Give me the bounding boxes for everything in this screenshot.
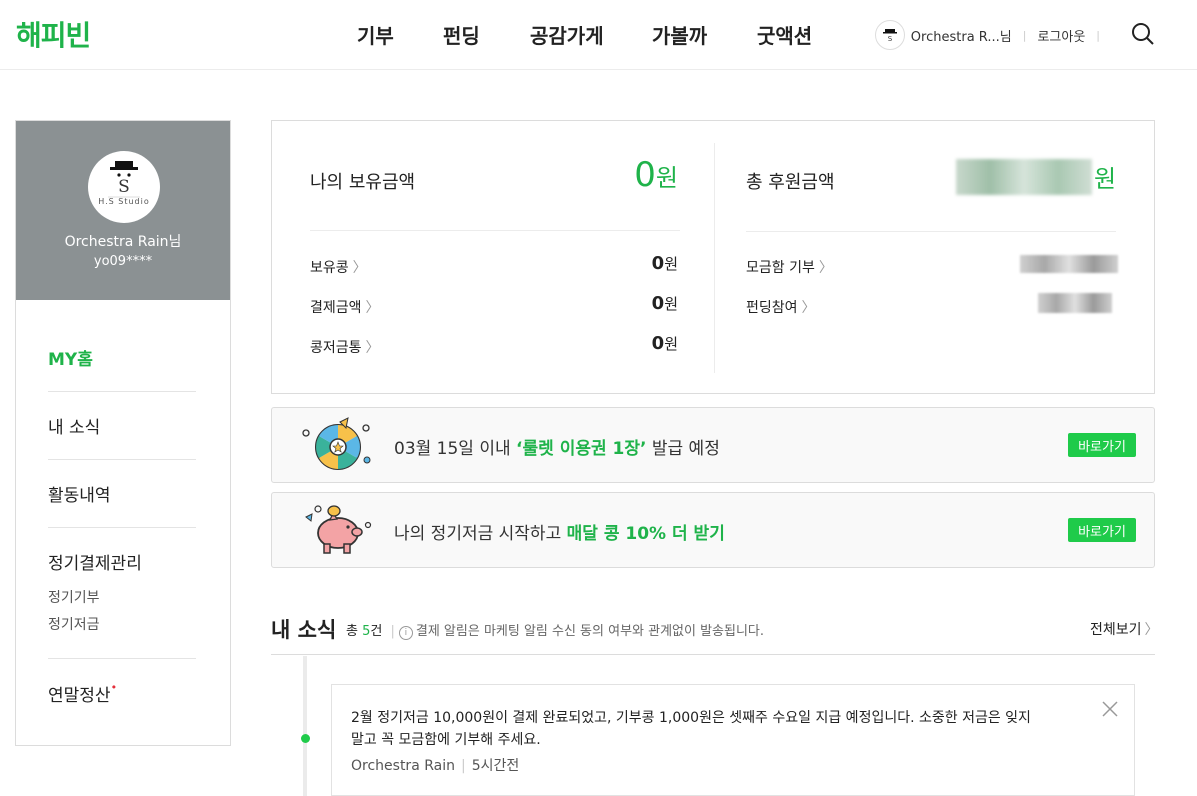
total-title: 총 후원금액 [746,172,835,193]
chevron-right-icon: 〉 [801,300,816,316]
menu-regular-payment[interactable]: 정기결제관리 [48,549,196,574]
menu-year-end-label: 연말정산 [48,686,111,706]
roulette-icon [302,417,371,470]
summary-box: 나의 보유금액 0원 보유콩 〉 0원 결제금액 〉 0원 콩저금통 〉 0원 총 후… [271,120,1155,394]
blurred-total-amount [956,159,1092,195]
saving-banner[interactable]: 나의 정기저금 시작하고 매달 콩 10% 더 받기 바로가기 [271,492,1155,568]
avatar-text: H.S Studio [98,197,150,206]
nav-goodaction[interactable]: 굿액션 [757,20,812,49]
menu-activity[interactable]: 활동내역 [48,481,196,506]
chevron-right-icon: 〉 [1144,622,1159,638]
search-icon[interactable] [1131,22,1155,46]
menu-regular-donation[interactable]: 정기기부 [48,587,196,607]
nav-shop[interactable]: 공감가게 [530,20,604,49]
profile-id: yo09**** [93,254,153,269]
separator: | [1022,28,1027,42]
nav-funding[interactable]: 펀딩 [443,20,480,49]
column-divider [714,143,715,373]
hat-logo-icon: S [882,29,897,43]
logout-link[interactable]: 로그아웃 [1037,26,1085,45]
banner-text: 03월 15일 이내 ‘룰렛 이용권 1장’ 발급 예정 [394,439,720,459]
view-all-link[interactable]: 전체보기 〉 [1090,619,1159,639]
chevron-right-icon: 〉 [818,260,833,276]
row-value-bean: 0원 [651,253,678,274]
go-button[interactable]: 바로가기 [1068,433,1136,457]
row-label-funding[interactable]: 펀딩참여 〉 [746,297,816,317]
menu-my-news[interactable]: 내 소식 [48,413,196,438]
divider [271,654,1155,655]
svg-text:S: S [888,35,893,43]
news-notice: 결제 알림은 마케팅 알림 수신 동의 여부와 관계없이 발송됩니다. [415,624,765,639]
sidebar: S H.S Studio Orchestra Rain님 yo09**** MY… [15,120,231,746]
blurred-funding-amount [1038,293,1112,313]
timeline-dot [301,734,310,743]
news-text: 2월 정기저금 10,000원이 결제 완료되었고, 기부콩 1,000원은 셋… [351,710,1031,748]
chevron-right-icon: 〉 [365,300,380,316]
separator: | [1096,28,1100,42]
new-badge: • [110,681,118,694]
holding-amount-value: 0 [634,155,656,195]
blurred-fundbox-amount [1020,255,1118,273]
holding-amount: 0원 [634,155,678,195]
divider [48,658,196,659]
won-unit: 원 [655,164,678,192]
svg-text:S: S [118,177,130,197]
divider [48,527,196,528]
piggy-bank-icon [305,505,372,554]
holding-title: 나의 보유금액 [310,172,416,193]
news-card[interactable]: 2월 정기저금 10,000원이 결제 완료되었고, 기부콩 1,000원은 셋… [331,684,1135,796]
divider [48,391,196,392]
chevron-right-icon: 〉 [365,340,380,356]
menu-my-home[interactable]: MY홈 [48,345,196,370]
news-author: Orchestra Rain | 5시간전 [351,758,520,774]
menu-year-end[interactable]: 연말정산• [48,681,196,706]
banner-text: 나의 정기저금 시작하고 매달 콩 10% 더 받기 [394,524,725,544]
profile-name: Orchestra Rain님 [64,234,182,250]
close-icon[interactable] [1102,701,1118,717]
header-user-name[interactable]: Orchestra R...님 [911,26,1012,45]
divider [310,230,680,231]
chevron-right-icon: 〉 [352,260,367,276]
roulette-banner[interactable]: 03월 15일 이내 ‘룰렛 이용권 1장’ 발급 예정 바로가기 [271,407,1155,483]
row-label-bean[interactable]: 보유콩 〉 [310,257,367,277]
divider [48,459,196,460]
profile-panel: S H.S Studio Orchestra Rain님 yo09**** [16,121,230,300]
row-label-fundbox[interactable]: 모금함 기부 〉 [746,257,833,277]
menu-regular-saving[interactable]: 정기저금 [48,614,196,634]
timeline [303,656,307,796]
row-label-payment[interactable]: 결제금액 〉 [310,297,380,317]
logo[interactable]: 해피빈 [16,14,91,54]
divider [746,231,1116,232]
news-meta: 총 5건 | i 결제 알림은 마케팅 알림 수신 동의 여부와 관계없이 발송됩니… [346,624,765,640]
header-avatar[interactable]: S [874,20,905,50]
nav-visit[interactable]: 가볼까 [652,20,707,49]
row-value-piggybank: 0원 [651,333,678,354]
row-label-piggybank[interactable]: 콩저금통 〉 [310,337,380,357]
go-button[interactable]: 바로가기 [1068,518,1136,542]
header: 해피빈 기부 펀딩 공감가게 가볼까 굿액션 S Orchestra R...님… [0,0,1197,70]
news-title: 내 소식 [271,618,337,642]
avatar[interactable]: S H.S Studio [88,151,160,223]
hat-logo-icon: S [108,161,140,198]
nav-donate[interactable]: 기부 [357,20,394,49]
total-won-unit: 원 [1094,165,1117,193]
row-value-payment: 0원 [651,293,678,314]
info-icon: i [398,626,413,640]
user-area: S Orchestra R...님 | 로그아웃 | [874,20,1111,50]
